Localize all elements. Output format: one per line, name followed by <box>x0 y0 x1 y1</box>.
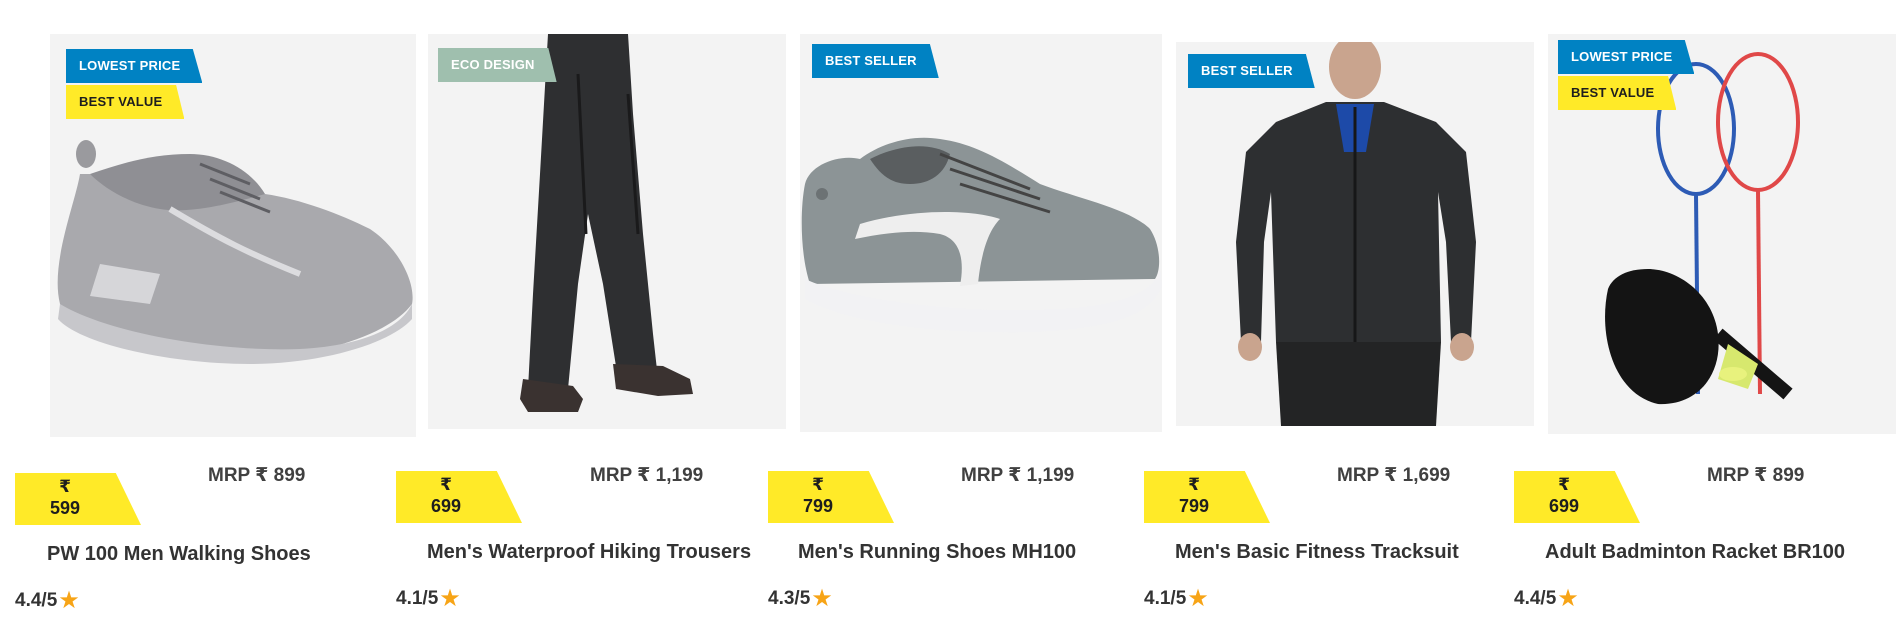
product-rating: 4.1/5★ <box>1144 584 1209 613</box>
product-rating: 4.4/5★ <box>1514 584 1579 613</box>
product-title[interactable]: Men's Waterproof Hiking Trousers <box>427 541 751 564</box>
product-image[interactable]: BEST SELLER <box>800 34 1162 432</box>
mrp-price: MRP ₹ 899 <box>1707 465 1805 486</box>
badge-best-value: BEST VALUE <box>1558 76 1677 110</box>
currency-symbol: ₹ <box>59 477 71 496</box>
product-image[interactable]: LOWEST PRICE BEST VALUE <box>1548 34 1896 434</box>
star-icon: ★ <box>439 585 461 612</box>
product-title[interactable]: Adult Badminton Racket BR100 <box>1545 541 1845 564</box>
mrp-price: MRP ₹ 1,199 <box>590 465 704 486</box>
price-value: 699 <box>430 496 462 516</box>
product-rating: 4.3/5★ <box>768 584 833 613</box>
currency-symbol: ₹ <box>812 475 824 494</box>
price-tag: ₹ 599 <box>15 473 141 525</box>
badge-eco-design: ECO DESIGN <box>438 48 557 82</box>
rating-value: 4.4/5 <box>1514 588 1557 609</box>
star-icon: ★ <box>1187 585 1209 612</box>
mrp-price: MRP ₹ 899 <box>208 465 306 486</box>
mrp-price: MRP ₹ 1,699 <box>1337 465 1451 486</box>
price-tag: ₹ 799 <box>768 471 894 523</box>
star-icon: ★ <box>58 587 80 614</box>
price-tag: ₹ 799 <box>1144 471 1270 523</box>
currency-symbol: ₹ <box>440 475 452 494</box>
price-value: 699 <box>1548 496 1580 516</box>
currency-symbol: ₹ <box>1188 475 1200 494</box>
price-tag: ₹ 699 <box>396 471 522 523</box>
badge-lowest-price: LOWEST PRICE <box>66 49 203 83</box>
badge-lowest-price: LOWEST PRICE <box>1558 40 1695 74</box>
trousers-image <box>520 34 693 412</box>
badge-best-value: BEST VALUE <box>66 85 185 119</box>
product-rating: 4.1/5★ <box>396 584 461 613</box>
mrp-price: MRP ₹ 1,199 <box>961 465 1075 486</box>
rating-value: 4.1/5 <box>396 588 439 609</box>
product-card[interactable]: BEST SELLER ₹ 799 MRP ₹ 1,199 Men's Runn… <box>756 0 1162 630</box>
product-card[interactable]: LOWEST PRICE BEST VALUE ₹ 599 MRP ₹ 899 … <box>0 0 416 630</box>
currency-symbol: ₹ <box>1558 475 1570 494</box>
price-value: 799 <box>1178 496 1210 516</box>
product-rating: 4.4/5★ <box>15 586 80 615</box>
product-card[interactable]: BEST SELLER ₹ 799 MRP ₹ 1,699 Men's Basi… <box>1132 0 1534 630</box>
rating-value: 4.4/5 <box>15 590 58 611</box>
tracksuit-image <box>1236 42 1476 426</box>
product-title[interactable]: PW 100 Men Walking Shoes <box>47 543 311 566</box>
price-value: 599 <box>49 498 81 518</box>
product-card[interactable]: ECO DESIGN ₹ 699 MRP ₹ 1,199 Men's Water… <box>380 0 786 630</box>
badge-best-seller: BEST SELLER <box>812 44 939 78</box>
product-title[interactable]: Men's Basic Fitness Tracksuit <box>1175 541 1459 564</box>
price-value: 799 <box>802 496 834 516</box>
star-icon: ★ <box>1557 585 1579 612</box>
product-title[interactable]: Men's Running Shoes MH100 <box>798 541 1076 564</box>
rating-value: 4.1/5 <box>1144 588 1187 609</box>
rating-value: 4.3/5 <box>768 588 811 609</box>
star-icon: ★ <box>811 585 833 612</box>
product-image[interactable]: LOWEST PRICE BEST VALUE <box>50 34 416 437</box>
badge-best-seller: BEST SELLER <box>1188 54 1315 88</box>
product-card[interactable]: LOWEST PRICE BEST VALUE ₹ 699 MRP ₹ 899 … <box>1508 0 1896 630</box>
running-shoe-image <box>801 137 1162 333</box>
product-image[interactable]: BEST SELLER <box>1176 42 1534 426</box>
product-image[interactable]: ECO DESIGN <box>428 34 786 429</box>
price-tag: ₹ 699 <box>1514 471 1640 523</box>
